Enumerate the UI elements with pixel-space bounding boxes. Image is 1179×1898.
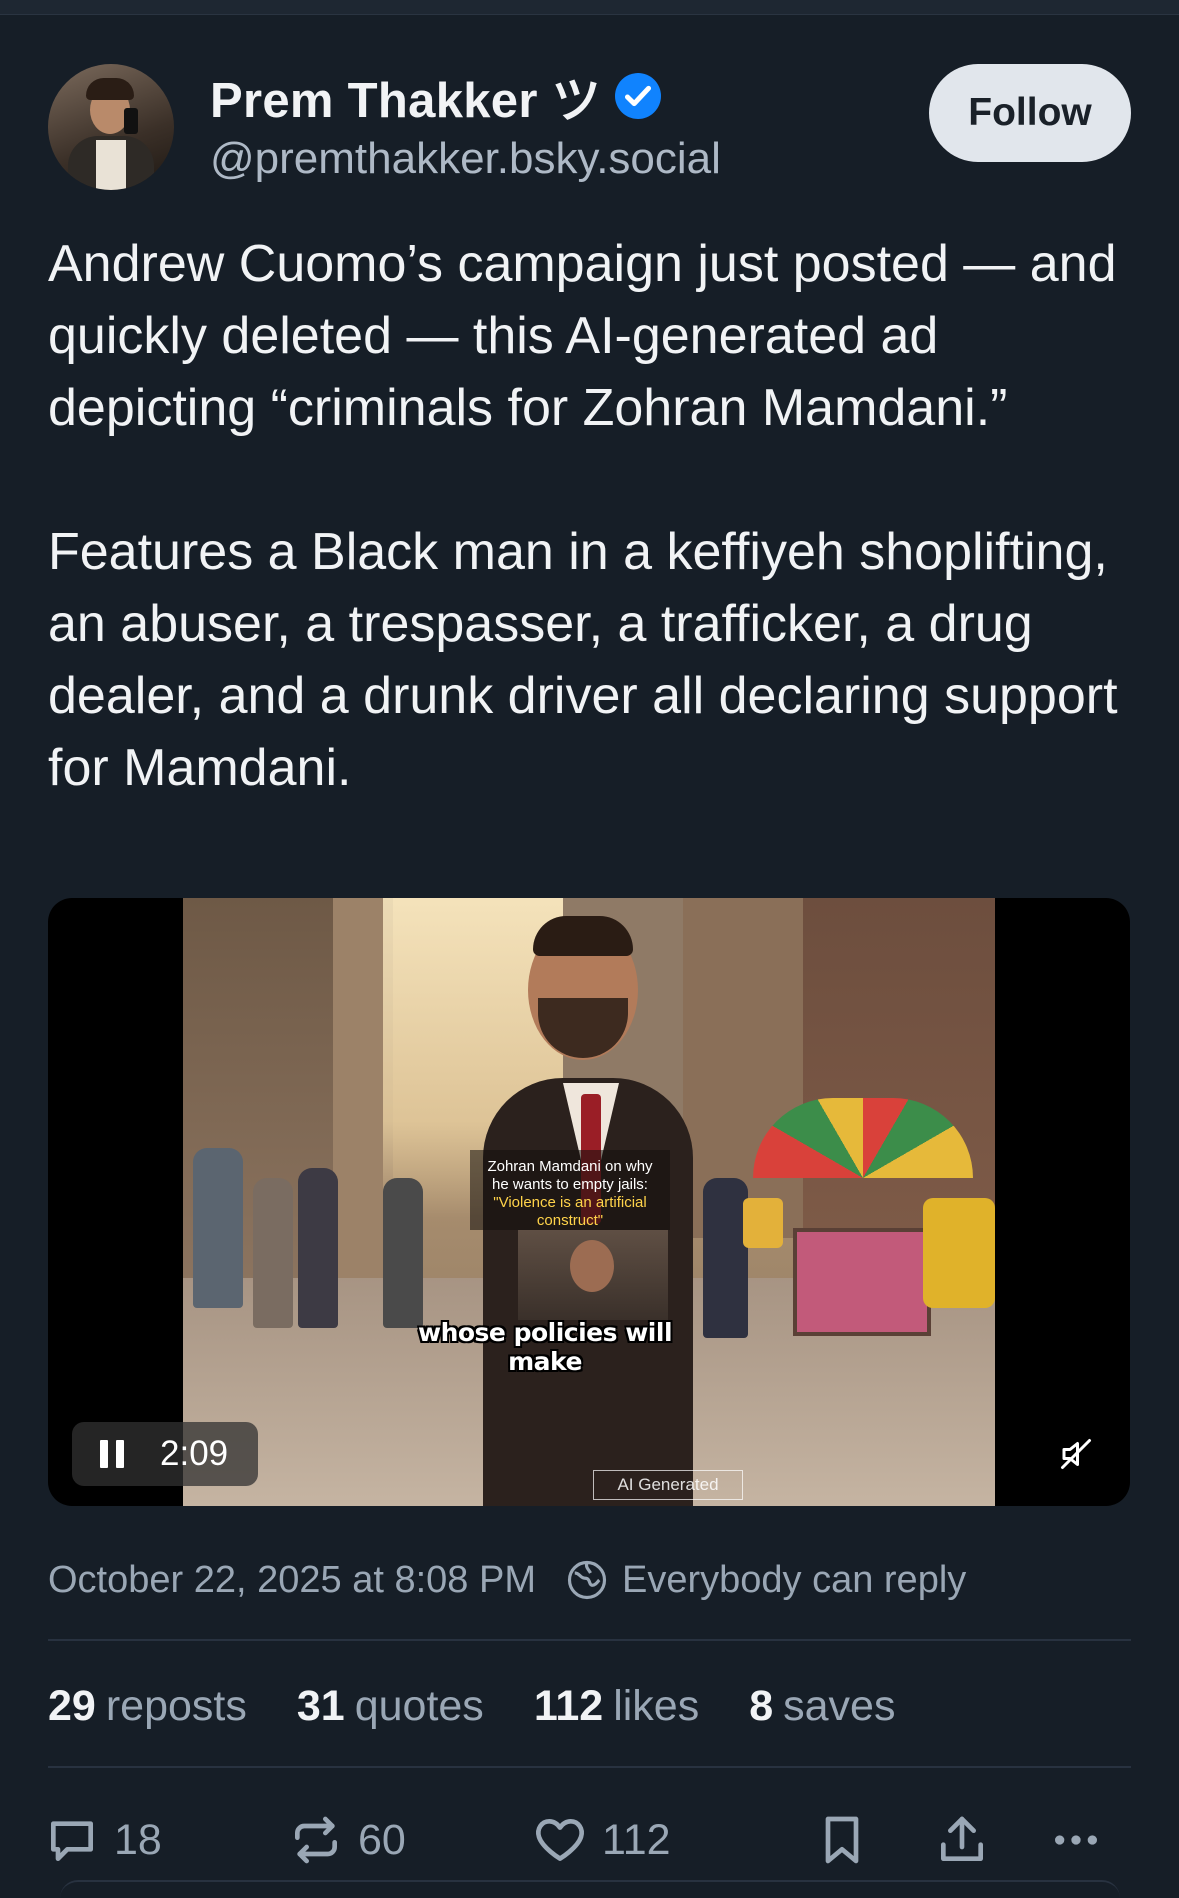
author-handle[interactable]: @premthakker.bsky.social — [210, 134, 721, 184]
author-row[interactable]: Prem Thakker ツ — [210, 66, 661, 128]
bottom-edge — [60, 1880, 1120, 1898]
ai-generated-tag: AI Generated — [593, 1470, 743, 1500]
video-caption-line: Zohran Mamdani on why — [487, 1158, 653, 1175]
divider — [48, 1639, 1131, 1641]
taxi — [743, 1198, 783, 1248]
video-frame: Zohran Mamdani on why he wants to empty … — [183, 898, 995, 1506]
quotes-label: quotes — [354, 1681, 484, 1730]
pedestrian — [298, 1168, 338, 1328]
reposts-stat[interactable]: 29 reposts — [48, 1682, 247, 1731]
verified-badge-icon[interactable] — [614, 73, 661, 119]
follow-button[interactable]: Follow — [929, 64, 1131, 162]
avatar-figure-hair — [86, 78, 134, 100]
playback-control[interactable]: 2:09 — [72, 1422, 258, 1486]
divider — [48, 1766, 1131, 1768]
pedestrian — [383, 1178, 423, 1328]
saves-stat[interactable]: 8 saves — [749, 1682, 895, 1731]
heart-icon — [536, 1819, 584, 1861]
muted-speaker-icon[interactable] — [1058, 1436, 1094, 1472]
post-timestamp[interactable]: October 22, 2025 at 8:08 PM — [48, 1559, 536, 1602]
pedestrian — [253, 1178, 293, 1328]
top-edge — [0, 0, 1179, 15]
likes-count: 112 — [533, 1681, 604, 1730]
inset-figure-head — [570, 1240, 614, 1292]
video-subtitle: whose policies will make — [417, 1318, 673, 1376]
share-button[interactable] — [934, 1810, 990, 1870]
reply-count: 18 — [114, 1815, 162, 1864]
video-time: 2:09 — [160, 1434, 229, 1473]
repost-count: 60 — [358, 1815, 406, 1864]
man-hair — [533, 916, 633, 956]
saves-count: 8 — [749, 1681, 774, 1730]
post-paragraph: Features a Black man in a keffiyeh shopl… — [48, 523, 1118, 797]
likes-stat[interactable]: 112 likes — [534, 1682, 699, 1731]
author-name[interactable]: Prem Thakker ツ — [210, 61, 601, 132]
video-inset-image — [518, 1230, 668, 1320]
avatar-figure-phone — [124, 108, 138, 134]
quotes-count: 31 — [296, 1681, 345, 1730]
action-bar: 18 60 112 — [44, 1810, 1134, 1870]
post-meta: October 22, 2025 at 8:08 PM Everybody ca… — [48, 1556, 966, 1604]
ellipsis-icon — [1055, 1835, 1097, 1845]
video-caption-box: Zohran Mamdani on why he wants to empty … — [470, 1150, 670, 1230]
video-caption-line: he wants to empty jails: — [492, 1176, 648, 1193]
food-cart — [793, 1228, 931, 1336]
saves-label: saves — [783, 1681, 896, 1730]
avatar[interactable] — [48, 64, 174, 190]
pause-icon[interactable] — [100, 1440, 124, 1468]
repost-button[interactable]: 60 — [288, 1810, 406, 1870]
bookmark-icon — [825, 1816, 859, 1864]
pedestrian — [193, 1148, 243, 1308]
likes-label: likes — [613, 1681, 700, 1730]
more-options-button[interactable] — [1048, 1810, 1104, 1870]
pedestrian — [703, 1178, 748, 1338]
like-button[interactable]: 112 — [532, 1810, 671, 1870]
video-caption-quote: "Violence is an artificial construct" — [493, 1194, 647, 1229]
post-body: Andrew Cuomo’s campaign just posted — an… — [48, 228, 1138, 804]
engagement-stats: 29 reposts 31 quotes 112 likes 8 saves — [48, 1678, 945, 1734]
globe-icon — [567, 1560, 607, 1600]
reply-button[interactable]: 18 — [44, 1810, 162, 1870]
reposts-label: reposts — [105, 1681, 247, 1730]
repost-icon — [295, 1816, 337, 1864]
reply-setting[interactable]: Everybody can reply — [622, 1559, 966, 1602]
avatar-figure-shirt — [96, 140, 126, 190]
bookmark-button[interactable] — [814, 1810, 870, 1870]
share-icon — [941, 1816, 983, 1861]
quotes-stat[interactable]: 31 quotes — [297, 1682, 484, 1731]
taxi — [923, 1198, 995, 1308]
reposts-count: 29 — [48, 1681, 96, 1730]
video-player[interactable]: Zohran Mamdani on why he wants to empty … — [48, 898, 1130, 1506]
reply-icon — [51, 1821, 93, 1861]
like-count: 112 — [602, 1815, 671, 1864]
post-paragraph: Andrew Cuomo’s campaign just posted — an… — [48, 235, 1117, 437]
building — [803, 898, 995, 1228]
